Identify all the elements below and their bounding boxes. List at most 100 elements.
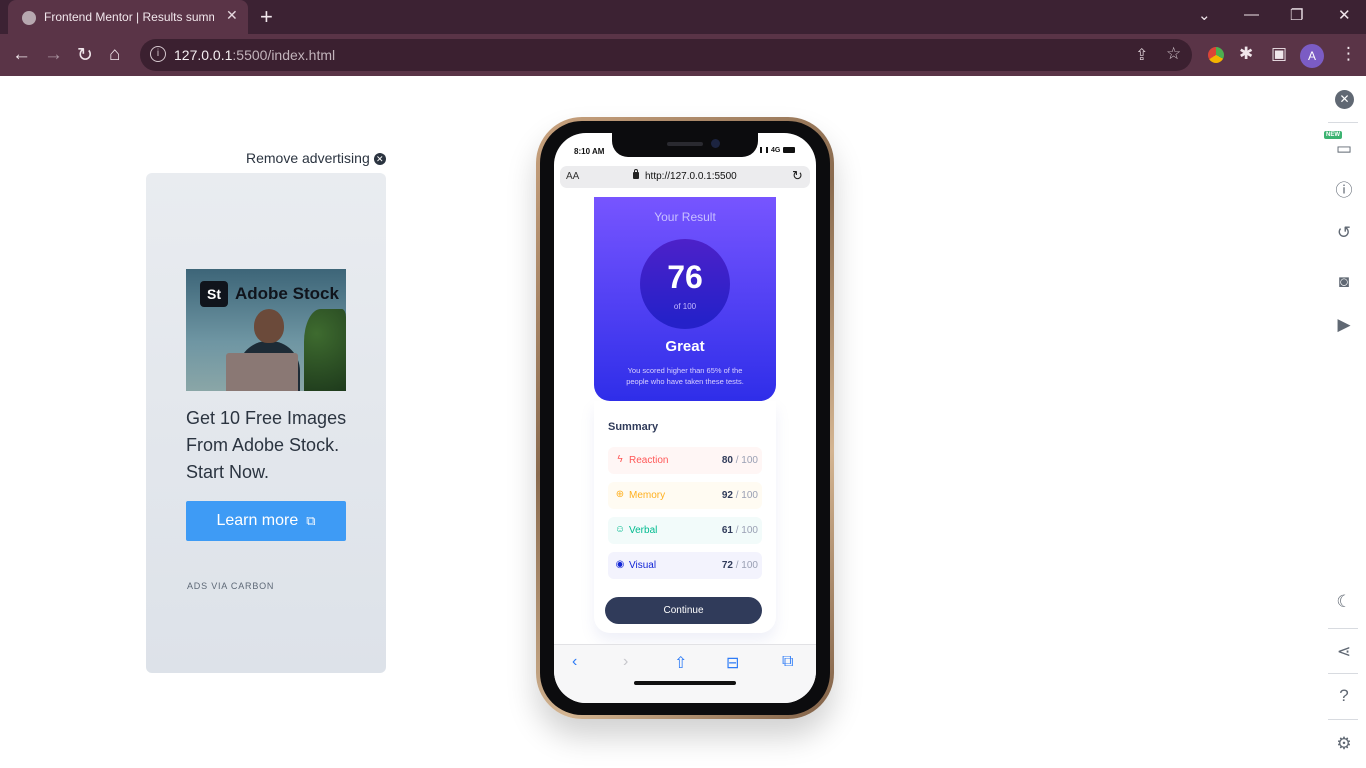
browser-toolbar: ← → ↻ ⌂ i 127.0.0.1:5500/index.html ⇪ ☆ … [0,34,1366,76]
ad-card: St Adobe Stock Get 10 Free Images From A… [146,173,386,673]
category-score: 92 / 100 [721,490,758,501]
forward-icon[interactable]: → [44,44,63,66]
category-label: Reaction [629,455,669,466]
restore-icon[interactable]: ❐ [1290,6,1303,24]
summary-item-reaction: ϟ Reaction 80 / 100 [608,447,762,474]
chat-bubble-icon: ☺ [614,524,626,535]
bookmark-star-icon[interactable]: ☆ [1166,44,1181,64]
speaker-grille [667,142,703,146]
minimize-icon[interactable]: — [1244,6,1259,23]
battery-icon [783,147,796,153]
laptop-shape [226,353,298,391]
summary-card: Summary ϟ Reaction 80 / 100 ⊕ Memory 92 … [594,401,776,633]
ads-via-carbon[interactable]: ADS VIA CARBON [187,581,274,591]
status-time: 8:10 AM [574,147,605,156]
extensions-puzzle-icon[interactable]: ✱ [1239,44,1253,64]
extension-colorful-icon[interactable] [1208,47,1224,63]
settings-gear-icon[interactable]: ⚙ [1333,733,1355,755]
safari-share-icon[interactable]: ⇧ [674,653,687,673]
safari-tabs-icon[interactable]: ⧉ [782,653,793,671]
home-icon[interactable]: ⌂ [109,44,120,66]
phone-frame: 8:10 AM 4G AA http://127.0.0.1:5500 ↻ Yo… [536,117,834,719]
browser-tab-bar: Frontend Mentor | Results summ ✕ + ⌄ — ❐… [0,0,1366,34]
safari-forward-icon[interactable]: › [623,653,628,671]
summary-title: Summary [608,421,659,433]
adobe-stock-logo: St [200,281,228,307]
lock-icon [633,169,639,179]
front-camera [711,139,720,148]
tab-title: Frontend Mentor | Results summ [44,10,214,24]
help-icon[interactable]: ? [1333,685,1355,707]
remove-advertising-link[interactable]: Remove advertising ✕ [246,150,386,166]
separator [1328,719,1358,720]
video-record-icon[interactable]: ▶ [1333,314,1355,336]
globe-icon [22,11,36,25]
result-description: You scored higher than 65% of the people… [626,366,744,386]
dark-mode-moon-icon[interactable]: ☾ [1333,591,1355,613]
safari-bookmarks-icon[interactable]: ⊟ [726,653,739,673]
safari-address-bar[interactable]: AA http://127.0.0.1:5500 ↻ [560,166,810,188]
separator [1328,673,1358,674]
safari-back-icon[interactable]: ‹ [572,653,577,671]
ad-text[interactable]: Get 10 Free Images From Adobe Stock. Sta… [186,405,366,486]
browser-menu-icon[interactable]: ⋮ [1340,44,1357,64]
category-label: Visual [629,560,657,571]
profile-avatar[interactable]: A [1300,44,1324,68]
browser-tab[interactable]: Frontend Mentor | Results summ ✕ [8,0,248,34]
person-head-shape [254,309,284,343]
summary-item-visual: ◉ Visual 72 / 100 [608,552,762,579]
separator [1328,122,1358,123]
window-close-icon[interactable]: ✕ [1338,6,1351,24]
close-panel-icon[interactable]: ✕ [1335,90,1354,109]
home-indicator [634,681,736,685]
phone-notch [612,133,758,157]
summary-item-verbal: ☺ Verbal 61 / 100 [608,517,762,544]
reload-icon[interactable]: ↻ [77,44,93,67]
screenshot-camera-icon[interactable]: ◙ [1333,271,1355,293]
category-label: Verbal [629,525,658,536]
share-network-icon[interactable]: ⋖ [1333,641,1355,663]
signal-icon [760,147,768,153]
address-url: 127.0.0.1:5500/index.html [174,47,336,63]
ad-image[interactable]: St Adobe Stock [186,269,346,391]
category-score: 80 / 100 [721,455,758,466]
brain-icon: ⊕ [615,489,625,500]
close-tab-icon[interactable]: ✕ [226,7,238,24]
score-circle: 76 of 100 [640,239,730,329]
score-value: 76 [667,259,703,295]
summary-item-memory: ⊕ Memory 92 / 100 [608,482,762,509]
tab-search-icon[interactable]: ⌄ [1198,6,1211,24]
share-icon[interactable]: ⇪ [1135,45,1148,65]
external-link-icon: ⧉ [306,513,316,528]
ad-brand-name: Adobe Stock [235,284,339,303]
rotate-icon[interactable]: ↺ [1333,222,1355,244]
learn-more-button[interactable]: Learn more ⧉ [186,501,346,541]
safari-reload-icon[interactable]: ↻ [792,168,803,184]
device-list-icon[interactable]: ▭ [1333,138,1355,160]
phone-screen: 8:10 AM 4G AA http://127.0.0.1:5500 ↻ Yo… [554,133,816,703]
status-indicators: 4G [760,147,796,154]
plant-shape [304,309,346,391]
safari-toolbar: ‹ › ⇧ ⊟ ⧉ [554,644,816,703]
side-panel-icon[interactable]: ▣ [1271,44,1287,64]
result-heading: Your Result [654,210,716,224]
category-score: 61 / 100 [721,525,758,536]
new-tab-icon[interactable]: + [260,4,273,30]
address-bar[interactable]: i 127.0.0.1:5500/index.html ⇪ ☆ [140,39,1192,71]
phone-bezel: 8:10 AM 4G AA http://127.0.0.1:5500 ↻ Yo… [540,121,830,715]
category-score: 72 / 100 [721,560,758,571]
result-card: Your Result 76 of 100 Great You scored h… [594,197,776,401]
continue-button[interactable]: Continue [605,597,762,624]
text-size-button[interactable]: AA [566,171,579,182]
safari-url: http://127.0.0.1:5500 [645,171,737,182]
back-icon[interactable]: ← [12,44,31,66]
close-circle-icon: ✕ [373,153,386,165]
page-viewport: Remove advertising ✕ St Adobe Stock Get 1… [0,77,1366,768]
category-label: Memory [629,490,666,501]
lightning-icon: ϟ [617,454,623,465]
site-info-icon[interactable]: i [150,46,166,62]
info-icon[interactable]: ⓘ [1333,180,1355,202]
separator [1328,628,1358,629]
result-rating: Great [665,338,705,355]
eye-icon: ◉ [615,559,625,570]
